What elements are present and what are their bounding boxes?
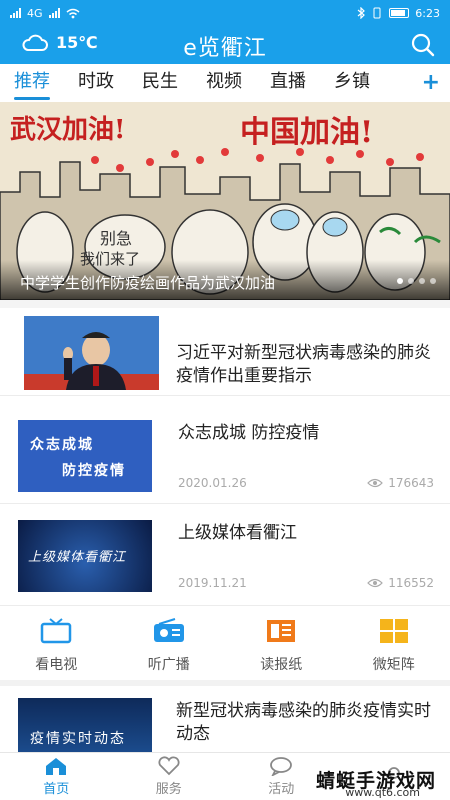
thumb-text: 众志成城 <box>30 437 94 453</box>
quick-link-matrix[interactable]: 微矩阵 <box>338 606 450 680</box>
newspaper-icon <box>267 620 296 642</box>
news-date: 2019.11.21 <box>178 576 247 590</box>
news-thumbnail: 上级媒体看衢江 <box>18 520 152 592</box>
banner-art-text-2: 中国加油! <box>240 115 373 150</box>
quick-link-tv[interactable]: 看电视 <box>0 606 113 680</box>
grid-icon <box>379 619 408 643</box>
app-title: e览衢江 <box>183 36 267 61</box>
news-item[interactable]: 疫情实时动态 新型冠状病毒感染的肺炎疫情实时动态 <box>0 686 450 752</box>
view-count-value: 176643 <box>388 476 434 490</box>
news-thumbnail: 疫情实时动态 <box>18 698 152 752</box>
tv-icon <box>41 618 72 644</box>
tab-recommend[interactable]: 推荐 <box>0 64 64 102</box>
quick-link-label: 听广播 <box>147 657 190 673</box>
nav-label: 服务 <box>155 782 182 797</box>
carousel-dots <box>397 278 436 284</box>
app-header: 15℃ e览衢江 <box>0 26 450 64</box>
quick-link-label: 读报纸 <box>260 657 303 673</box>
vibrate-icon <box>373 7 381 19</box>
news-title[interactable]: 众志成城 防控疫情 <box>178 422 319 445</box>
quick-link-radio[interactable]: 听广播 <box>113 606 226 680</box>
watermark-url: www.qt6.com <box>345 786 420 799</box>
channel-tabs: 推荐 时政 民生 视频 直播 乡镇 <box>0 64 450 102</box>
news-item[interactable]: 上级媒体看衢江 上级媒体看衢江 2019.11.21 116552 <box>0 504 450 606</box>
thumb-text: 防控疫情 <box>62 463 126 479</box>
banner-art-text-1: 武汉加油! <box>10 115 125 145</box>
view-count-value: 116552 <box>388 576 434 590</box>
radio-icon <box>153 618 184 642</box>
portrait-image <box>24 316 159 390</box>
tab-livelihood[interactable]: 民生 <box>128 64 192 102</box>
heart-icon <box>158 756 180 776</box>
nav-label: 活动 <box>268 782 295 797</box>
tab-towns[interactable]: 乡镇 <box>320 64 384 102</box>
carousel-dot[interactable] <box>408 278 414 284</box>
signal-icon <box>10 8 21 18</box>
thumb-text: 上级媒体看衢江 <box>28 550 127 565</box>
thumb-text: 疫情实时动态 <box>30 731 126 747</box>
tab-live[interactable]: 直播 <box>256 64 320 102</box>
eye-icon <box>367 478 384 488</box>
news-item[interactable]: 习近平对新型冠状病毒感染的肺炎疫情作出重要指示 <box>0 300 450 396</box>
news-thumbnail: 众志成城 防控疫情 <box>18 420 152 492</box>
carousel-dot[interactable] <box>430 278 436 284</box>
add-channel-button[interactable]: + <box>422 64 440 102</box>
quick-link-label: 看电视 <box>35 657 78 673</box>
quick-links: 看电视 听广播 读报纸 微矩阵 <box>0 606 450 686</box>
tab-politics[interactable]: 时政 <box>64 64 128 102</box>
chat-icon <box>270 757 293 776</box>
carousel-dot[interactable] <box>397 278 403 284</box>
banner-caption: 中学学生创作防疫绘画作品为武汉加油 <box>0 260 450 300</box>
banner-carousel[interactable]: 武汉加油! 中国加油! 别急 我们来了 中学学生创作防疫绘画作品为武汉加油 <box>0 102 450 300</box>
news-title[interactable]: 新型冠状病毒感染的肺炎疫情实时动态 <box>176 700 436 746</box>
news-title[interactable]: 习近平对新型冠状病毒感染的肺炎疫情作出重要指示 <box>176 342 432 388</box>
network-type: 4G <box>27 6 43 20</box>
nav-service[interactable]: 服务 <box>113 753 226 800</box>
view-count: 116552 <box>367 576 434 590</box>
nav-home[interactable]: 首页 <box>0 753 113 800</box>
banner-art-text-3: 别急 <box>100 229 132 248</box>
carousel-dot[interactable] <box>419 278 425 284</box>
quick-link-label: 微矩阵 <box>372 657 415 673</box>
tab-video[interactable]: 视频 <box>192 64 256 102</box>
quick-link-newspaper[interactable]: 读报纸 <box>225 606 338 680</box>
wifi-icon <box>66 8 80 18</box>
clock: 6:23 <box>415 6 440 20</box>
bluetooth-icon <box>357 7 366 19</box>
search-icon[interactable] <box>410 32 436 58</box>
news-item[interactable]: 众志成城 防控疫情 众志成城 防控疫情 2020.01.26 176643 <box>0 396 450 504</box>
news-date: 2020.01.26 <box>178 476 247 490</box>
status-bar: 4G 6:23 <box>0 0 450 26</box>
nav-label: 首页 <box>43 782 70 797</box>
signal-icon-2 <box>48 8 60 18</box>
eye-icon <box>367 578 384 588</box>
home-icon <box>46 758 67 775</box>
view-count: 176643 <box>367 476 434 490</box>
news-title[interactable]: 上级媒体看衢江 <box>178 522 297 545</box>
battery-icon <box>389 8 410 18</box>
news-thumbnail <box>24 316 159 390</box>
